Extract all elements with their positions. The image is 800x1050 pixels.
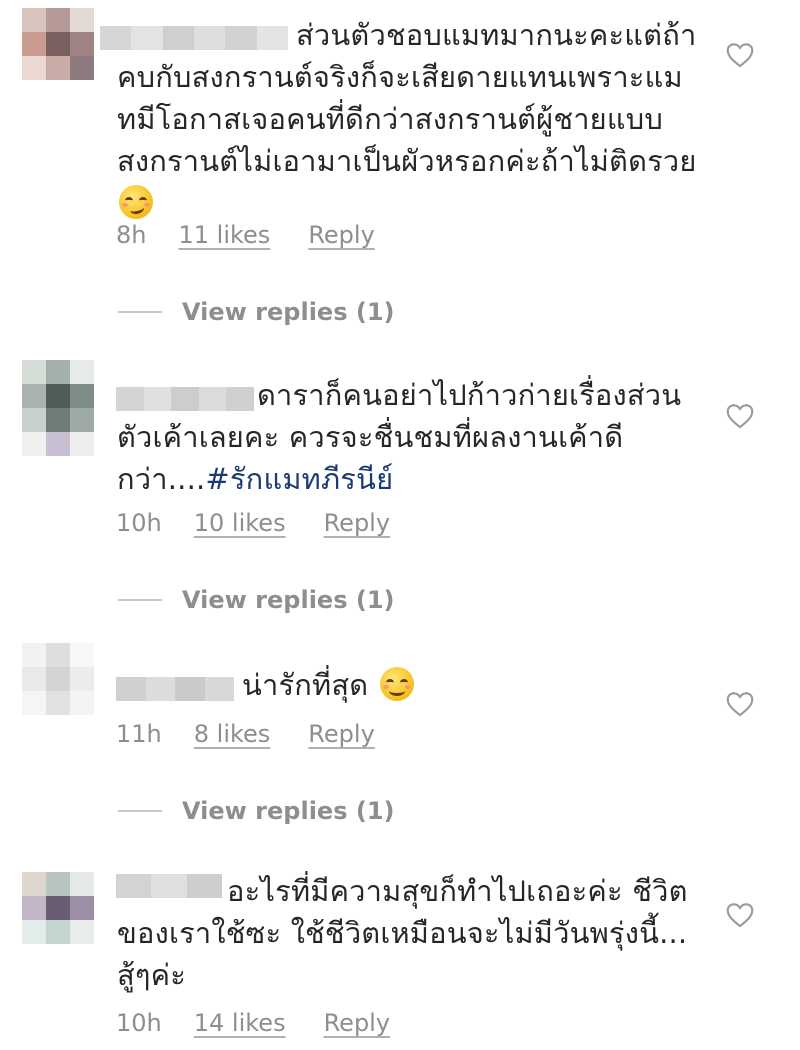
timestamp: 11h (116, 720, 162, 748)
heart-outline-icon[interactable] (726, 902, 754, 928)
avatar[interactable] (22, 643, 94, 715)
avatar[interactable] (22, 8, 94, 80)
comment-meta: 10h 14 likes Reply (116, 1009, 390, 1037)
heart-outline-icon[interactable] (726, 403, 754, 429)
comment-text: ส่วนตัวชอบแมทมากนะคะแต่ถ้า คบกับสงกรานต์… (117, 14, 707, 224)
reply-button[interactable]: Reply (324, 1009, 390, 1037)
smirk-emoji-icon (119, 185, 153, 219)
username-blurred[interactable] (116, 677, 234, 701)
likes-link[interactable]: 10 likes (194, 509, 286, 537)
smile-emoji-icon (379, 667, 414, 701)
view-replies-label: View replies (1) (182, 797, 395, 825)
likes-link[interactable]: 11 likes (178, 221, 270, 249)
avatar[interactable] (22, 872, 94, 944)
comment-text: น่ารักที่สุด (242, 664, 702, 706)
comment-meta: 11h 8 likes Reply (116, 720, 375, 748)
view-replies-button[interactable]: View replies (1) (118, 797, 394, 825)
comment-meta: 10h 10 likes Reply (116, 509, 390, 537)
hashtag-link[interactable]: #รักแมทภีรนีย์ (205, 462, 393, 496)
heart-outline-icon[interactable] (726, 42, 754, 68)
reply-button[interactable]: Reply (324, 509, 390, 537)
timestamp: 8h (116, 221, 147, 249)
divider-line (118, 599, 162, 601)
avatar[interactable] (22, 360, 94, 456)
reply-button[interactable]: Reply (308, 720, 374, 748)
comment-text: อะไรที่มีความสุขก็ทำไปเถอะค่ะ ชีวิต ของเ… (117, 874, 688, 992)
reply-button[interactable]: Reply (308, 221, 374, 249)
view-replies-button[interactable]: View replies (1) (118, 298, 394, 326)
divider-line (118, 311, 162, 313)
view-replies-label: View replies (1) (182, 586, 395, 614)
view-replies-button[interactable]: View replies (1) (118, 586, 394, 614)
divider-line (118, 810, 162, 812)
likes-link[interactable]: 8 likes (194, 720, 271, 748)
timestamp: 10h (116, 1009, 162, 1037)
timestamp: 10h (116, 509, 162, 537)
comment-meta: 8h 11 likes Reply (116, 221, 375, 249)
comment-text: ดาราก็คนอย่าไปก้าวก่ายเรื่องส่วน ตัวเค้า… (117, 378, 682, 496)
view-replies-label: View replies (1) (182, 298, 395, 326)
heart-outline-icon[interactable] (726, 691, 754, 717)
likes-link[interactable]: 14 likes (194, 1009, 286, 1037)
